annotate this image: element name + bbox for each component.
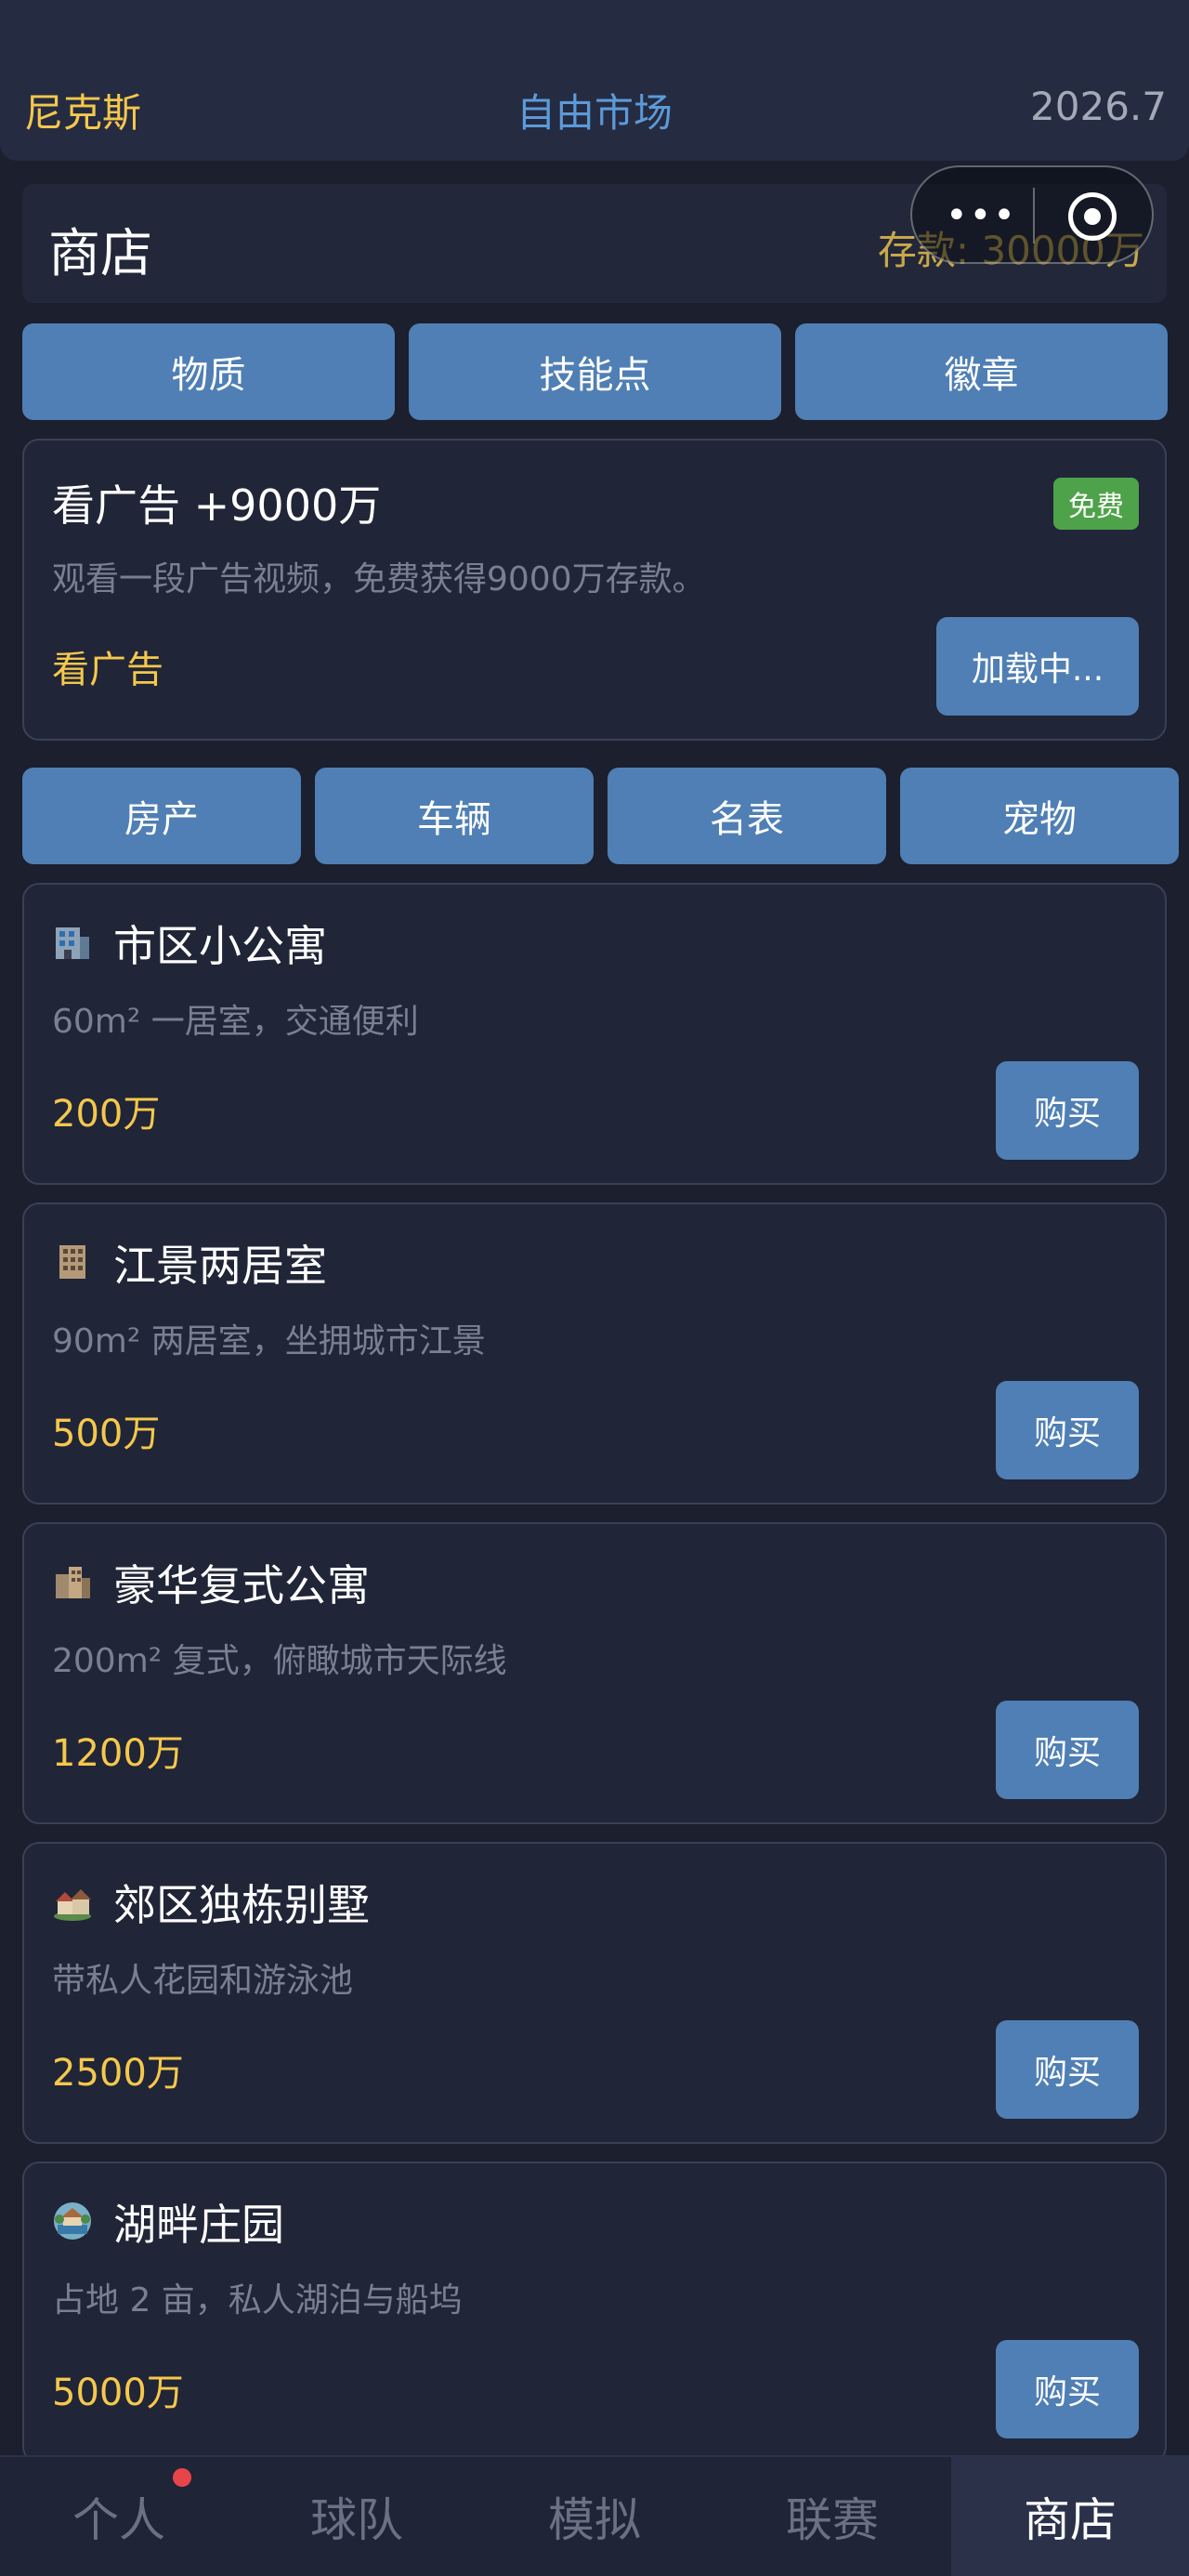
buy-button[interactable]: 购买	[996, 1381, 1139, 1479]
nav-league[interactable]: 联赛	[713, 2457, 951, 2576]
notification-dot	[173, 2468, 191, 2487]
item-description: 60m² 一居室，交通便利	[52, 1003, 419, 1041]
buy-button[interactable]: 购买	[996, 2340, 1139, 2438]
tab-vehicles[interactable]: 车辆	[315, 768, 594, 864]
capsule-divider	[1033, 188, 1035, 243]
list-item: 郊区独栋别墅 带私人花园和游泳池 2500万 购买	[22, 1842, 1167, 2144]
list-item: 市区小公寓 60m² 一居室，交通便利 200万 购买	[22, 883, 1167, 1185]
tab-property[interactable]: 房产	[22, 768, 301, 864]
buy-button[interactable]: 购买	[996, 1701, 1139, 1799]
city-icon	[56, 1567, 90, 1598]
item-name: 郊区独栋别墅	[113, 1880, 370, 1930]
tab-watches[interactable]: 名表	[608, 768, 886, 864]
ad-loading-button[interactable]: 加载中...	[936, 617, 1139, 716]
page-title: 自由市场	[516, 90, 673, 136]
close-target-icon[interactable]	[1068, 192, 1117, 241]
ad-description: 观看一段广告视频，免费获得9000万存款。	[52, 560, 706, 598]
item-price: 5000万	[52, 2372, 184, 2414]
item-description: 占地 2 亩，私人湖泊与船坞	[52, 2281, 463, 2320]
nav-team[interactable]: 球队	[238, 2457, 476, 2576]
tab-material[interactable]: 物质	[22, 323, 395, 420]
tab-pets[interactable]: 宠物	[900, 768, 1179, 864]
tab-skill-points[interactable]: 技能点	[409, 323, 781, 420]
tab-badges[interactable]: 徽章	[795, 323, 1168, 420]
houses-icon	[54, 1889, 91, 1921]
free-badge: 免费	[1053, 478, 1139, 530]
ad-reward-card: 看广告 +9000万 免费 观看一段广告视频，免费获得9000万存款。 看广告 …	[22, 439, 1167, 741]
list-item: 江景两居室 90m² 两居室，坐拥城市江景 500万 购买	[22, 1203, 1167, 1505]
item-name: 江景两居室	[113, 1241, 327, 1291]
item-name: 湖畔庄园	[113, 2200, 284, 2250]
season-label: 2026.7	[1030, 84, 1167, 129]
apartment-icon	[56, 927, 89, 959]
item-description: 200m² 复式，俯瞰城市天际线	[52, 1642, 507, 1680]
nav-label: 个人	[72, 2493, 165, 2547]
item-description: 90m² 两居室，坐拥城市江景	[52, 1322, 486, 1360]
buy-button[interactable]: 购买	[996, 1061, 1139, 1160]
nav-shop[interactable]: 商店	[951, 2457, 1189, 2576]
list-item: 豪华复式公寓 200m² 复式，俯瞰城市天际线 1200万 购买	[22, 1522, 1167, 1824]
nav-label: 商店	[1024, 2493, 1117, 2547]
nav-label: 联赛	[786, 2493, 879, 2547]
item-price: 1200万	[52, 1732, 184, 1775]
item-description: 带私人花园和游泳池	[52, 1962, 354, 2000]
buy-button[interactable]: 购买	[996, 2020, 1139, 2119]
item-price: 2500万	[52, 2052, 184, 2095]
nav-simulate[interactable]: 模拟	[476, 2457, 713, 2576]
list-item: 湖畔庄园 占地 2 亩，私人湖泊与船坞 5000万 购买	[22, 2162, 1167, 2464]
item-price: 500万	[52, 1413, 161, 1455]
item-name: 市区小公寓	[113, 921, 327, 971]
nav-label: 球队	[310, 2493, 403, 2547]
office-building-icon	[59, 1245, 85, 1279]
nav-personal[interactable]: 个人	[0, 2457, 238, 2576]
bottom-nav: 个人 球队 模拟 联赛 商店	[0, 2455, 1189, 2576]
miniprogram-capsule: •••	[910, 165, 1154, 264]
watch-ad-label[interactable]: 看广告	[52, 639, 163, 693]
category-tabs: 房产 车辆 名表 宠物	[22, 768, 1179, 864]
more-icon[interactable]: •••	[946, 197, 1017, 234]
item-price: 200万	[52, 1093, 161, 1136]
item-name: 豪华复式公寓	[113, 1560, 370, 1610]
ad-title: 看广告 +9000万	[52, 480, 382, 531]
lake-estate-icon	[54, 2202, 91, 2240]
nav-label: 模拟	[548, 2493, 641, 2547]
shop-title: 商店	[48, 224, 152, 284]
shop-type-tabs: 物质 技能点 徽章	[22, 323, 1168, 420]
top-header: 尼克斯 自由市场 2026.7	[0, 0, 1189, 161]
